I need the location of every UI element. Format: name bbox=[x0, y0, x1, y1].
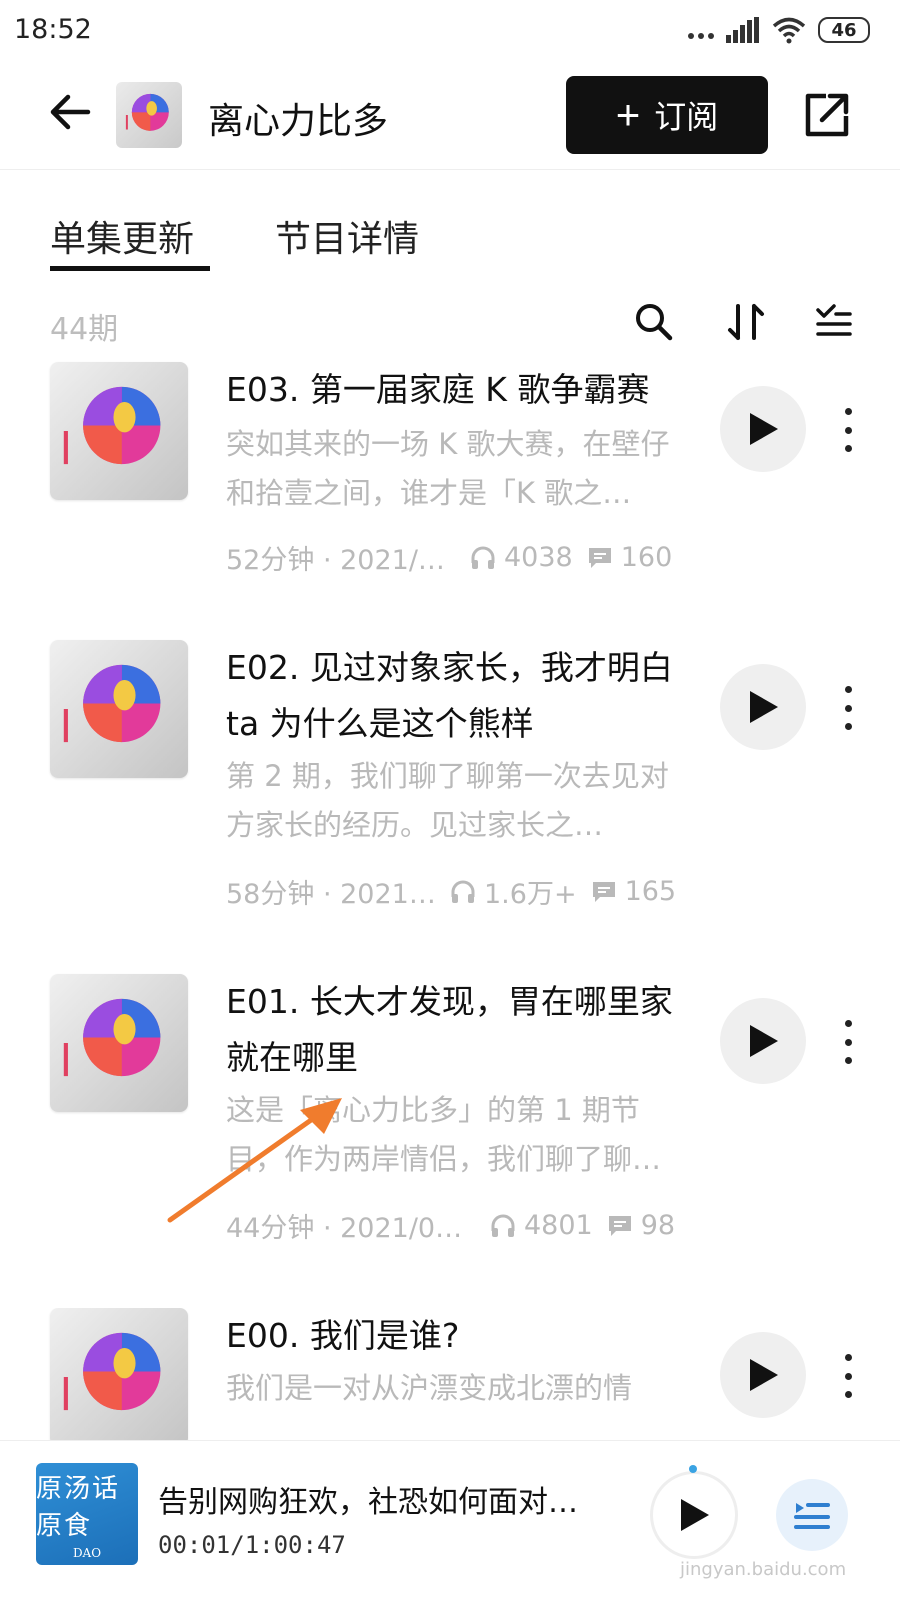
active-tab-indicator bbox=[50, 266, 210, 271]
now-playing-title: 告别网购狂欢，社恐如何面对… bbox=[158, 1485, 578, 1520]
filter-list-icon[interactable] bbox=[812, 300, 856, 344]
podcast-logo-icon bbox=[63, 1332, 161, 1411]
episode-item[interactable]: E00. 我们是谁? 我们是一对从沪漂变成北漂的情 bbox=[0, 1308, 900, 1440]
wifi-icon bbox=[772, 17, 806, 44]
episode-meta: 58分钟 · 2021… 1.6万+ 165 bbox=[226, 872, 696, 911]
plus-icon: + bbox=[615, 91, 641, 138]
episode-count: 44期 bbox=[50, 312, 119, 347]
podcast-logo-icon bbox=[63, 998, 161, 1077]
episode-item[interactable]: E01. 长大才发现，胃在哪里家就在哪里 这是「离心力比多」的第 1 期节目，作… bbox=[0, 974, 900, 1264]
comment-icon bbox=[608, 1215, 631, 1236]
back-arrow-icon[interactable] bbox=[46, 88, 94, 136]
episode-meta: 44分钟 · 2021/0… 4801 98 bbox=[226, 1206, 696, 1245]
episode-comments: 165 bbox=[624, 876, 677, 907]
now-playing-cover-subtitle: DAO bbox=[72, 1546, 102, 1560]
sort-icon[interactable] bbox=[724, 300, 768, 344]
episode-title: E00. 我们是谁? bbox=[226, 1316, 460, 1355]
battery-indicator: 46 bbox=[818, 17, 870, 43]
headphones-icon bbox=[451, 880, 475, 903]
episode-cover bbox=[50, 362, 188, 500]
episode-description: 突如其来的一场 K 歌大赛，在壁仔和拾壹之间，谁才是「K 歌之… bbox=[226, 427, 670, 510]
progress-indicator bbox=[689, 1465, 697, 1473]
episode-duration-date: 52分钟 · 2021/… bbox=[226, 545, 445, 576]
comment-icon bbox=[592, 881, 615, 902]
tab-episodes[interactable]: 单集更新 bbox=[50, 210, 194, 262]
podcast-logo-icon bbox=[63, 386, 161, 465]
episode-duration-date: 44分钟 · 2021/0… bbox=[226, 1213, 463, 1244]
episode-cover bbox=[50, 640, 188, 778]
play-icon bbox=[750, 691, 778, 723]
now-playing-time: 00:01/1:00:47 bbox=[158, 1531, 346, 1559]
episode-plays: 4801 bbox=[524, 1210, 593, 1241]
episode-comments: 160 bbox=[620, 542, 673, 573]
comment-icon bbox=[588, 547, 611, 568]
status-icons: 46 bbox=[688, 16, 870, 44]
play-button[interactable] bbox=[720, 1332, 806, 1418]
subscribe-label: 订阅 bbox=[654, 99, 719, 135]
mini-play-button[interactable] bbox=[650, 1471, 738, 1559]
episode-title: E03. 第一届家庭 K 歌争霸赛 bbox=[226, 370, 650, 409]
episode-list-toolbar: 44期 bbox=[0, 294, 900, 354]
episode-item[interactable]: E02. 见过对象家长，我才明白 ta 为什么是这个熊样 第 2 期，我们聊了聊… bbox=[0, 640, 900, 930]
episode-title: E01. 长大才发现，胃在哪里家就在哪里 bbox=[226, 982, 673, 1077]
more-options-icon[interactable] bbox=[836, 678, 860, 738]
play-icon bbox=[750, 1359, 778, 1391]
watermark: jingyan.baidu.com bbox=[680, 1559, 847, 1580]
play-button[interactable] bbox=[720, 386, 806, 472]
episode-cover bbox=[50, 974, 188, 1112]
episode-meta: 52分钟 · 2021/… 4038 160 bbox=[226, 538, 696, 577]
episode-cover bbox=[50, 1308, 188, 1440]
tab-program-details[interactable]: 节目详情 bbox=[275, 210, 419, 262]
headphones-icon bbox=[471, 546, 495, 569]
status-bar: 18:52 46 bbox=[0, 0, 900, 62]
play-button[interactable] bbox=[720, 998, 806, 1084]
header-bar: 离心力比多 + 订阅 bbox=[0, 62, 900, 170]
play-icon bbox=[681, 1499, 709, 1531]
podcast-cover-thumbnail bbox=[116, 82, 182, 148]
podcast-title: 离心力比多 bbox=[208, 101, 389, 142]
more-options-icon[interactable] bbox=[836, 1346, 860, 1406]
episode-description: 这是「离心力比多」的第 1 期节目，作为两岸情侣，我们聊了聊… bbox=[226, 1093, 662, 1176]
share-icon[interactable] bbox=[800, 88, 854, 142]
now-playing-cover: 原汤话原食 DAO bbox=[36, 1463, 138, 1565]
podcast-logo-icon bbox=[63, 664, 161, 743]
playlist-icon bbox=[794, 1503, 830, 1529]
play-icon bbox=[750, 1025, 778, 1057]
episode-item[interactable]: E03. 第一届家庭 K 歌争霸赛 突如其来的一场 K 歌大赛，在壁仔和拾壹之间… bbox=[0, 362, 900, 602]
play-icon bbox=[750, 413, 778, 445]
playlist-button[interactable] bbox=[776, 1479, 848, 1551]
play-button[interactable] bbox=[720, 664, 806, 750]
episode-title: E02. 见过对象家长，我才明白 ta 为什么是这个熊样 bbox=[226, 648, 673, 743]
tab-bar: 单集更新 节目详情 bbox=[0, 200, 900, 280]
more-options-icon[interactable] bbox=[836, 400, 860, 460]
episode-description: 第 2 期，我们聊了聊第一次去见对方家长的经历。见过家长之… bbox=[226, 759, 669, 842]
episode-duration-date: 58分钟 · 2021… bbox=[226, 879, 436, 910]
more-options-icon[interactable] bbox=[836, 1012, 860, 1072]
search-icon[interactable] bbox=[632, 300, 676, 344]
subscribe-button[interactable]: + 订阅 bbox=[566, 76, 768, 154]
episode-plays: 4038 bbox=[504, 542, 573, 573]
headphones-icon bbox=[491, 1214, 515, 1237]
signal-icon bbox=[726, 17, 759, 43]
episode-description: 我们是一对从沪漂变成北漂的情 bbox=[226, 1371, 633, 1405]
more-dots-icon bbox=[688, 17, 714, 43]
episode-plays: 1.6万+ bbox=[484, 879, 577, 910]
podcast-logo-icon bbox=[125, 93, 169, 131]
now-playing-cover-title: 原汤话原食 bbox=[36, 1474, 121, 1541]
mini-player[interactable]: 原汤话原食 DAO 告别网购狂欢，社恐如何面对… 00:01/1:00:47 j… bbox=[0, 1440, 900, 1600]
episode-comments: 98 bbox=[640, 1210, 676, 1241]
status-time: 18:52 bbox=[14, 14, 92, 45]
